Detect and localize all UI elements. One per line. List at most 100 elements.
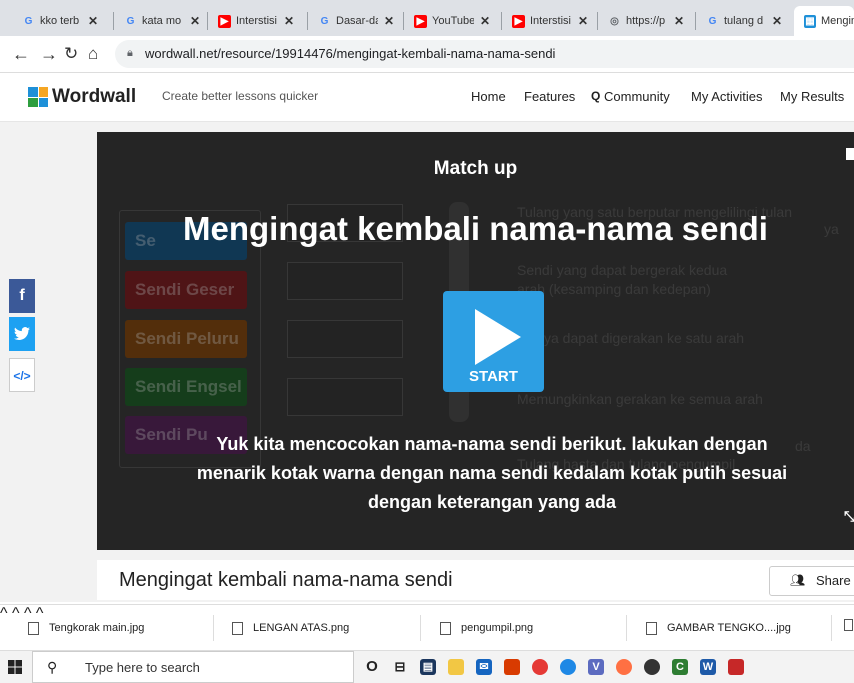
nav-features[interactable]: Features	[524, 89, 575, 104]
close-icon[interactable]: ✕	[578, 14, 588, 28]
edge-icon[interactable]	[560, 659, 576, 675]
facebook-icon[interactable]: f	[9, 279, 35, 313]
app-icon[interactable]: V	[588, 659, 604, 675]
site-header: Wordwall Create better lessons quicker H…	[0, 73, 854, 122]
twitter-icon[interactable]	[9, 317, 35, 351]
address-bar[interactable]: 🔒︎ wordwall.net/resource/19914476/mengin…	[115, 40, 854, 68]
play-icon	[475, 309, 521, 365]
download-item[interactable]: GAMBAR TENGKO....jpg	[646, 605, 791, 651]
people-icon: 👥︎	[790, 573, 806, 587]
start-label: START	[469, 368, 518, 385]
windows-start-icon[interactable]	[8, 660, 22, 674]
wordwall-logo[interactable]: Wordwall	[28, 86, 136, 108]
embed-icon[interactable]: </>	[9, 358, 35, 392]
word-icon[interactable]: W	[700, 659, 716, 675]
nav-community[interactable]: Community	[604, 89, 670, 104]
reload-icon[interactable]: ↻	[64, 44, 78, 64]
nav-my-activities[interactable]: My Activities	[691, 89, 763, 104]
mail-icon[interactable]: ✉	[476, 659, 492, 675]
task-view-icon[interactable]: ⊟	[392, 659, 408, 675]
wordwall-icon: ▦	[804, 14, 816, 28]
app-icon[interactable]: C	[672, 659, 688, 675]
game-stage: Se Sendi Geser Sendi Peluru Sendi Engsel…	[97, 132, 854, 550]
chevron-up-icon[interactable]: ^	[12, 605, 20, 622]
file-explorer-icon[interactable]	[448, 659, 464, 675]
download-name: LENGAN ATAS.png	[253, 622, 350, 634]
activity-type: Match up	[433, 158, 518, 179]
activity-title: Mengingat kembali nama-nama sendi	[183, 210, 768, 247]
youtube-icon: ▶	[414, 14, 427, 28]
cortana-icon[interactable]: O	[364, 659, 380, 675]
browser-tab[interactable]: G kata mo ✕	[114, 6, 208, 36]
globe-icon: ◎	[610, 15, 619, 27]
downloads-bar: Tengkorak main.jpg ^ LENGAN ATAS.png ^ p…	[0, 604, 854, 651]
browser-tab[interactable]: ▶ Interstisi ✕	[208, 6, 308, 36]
close-icon[interactable]: ✕	[190, 14, 200, 28]
home-icon[interactable]: ⌂	[88, 44, 98, 64]
resource-title-bar: Mengingat kembali nama-nama sendi 👥︎ Sha…	[97, 560, 854, 600]
menu-marker[interactable]	[846, 148, 854, 160]
download-name: GAMBAR TENGKO....jpg	[667, 622, 791, 634]
share-label: Share	[816, 573, 851, 588]
download-item[interactable]: Tengkorak main.jpg	[28, 605, 144, 651]
tab-title: Dasar-da	[336, 15, 378, 27]
file-icon	[646, 621, 657, 635]
browser-tab[interactable]: G tulang d ✕	[696, 6, 792, 36]
close-icon[interactable]: ✕	[480, 14, 490, 28]
fullscreen-icon[interactable]: ⤡	[844, 508, 854, 525]
firefox-icon[interactable]	[616, 659, 632, 675]
close-icon[interactable]: ✕	[674, 14, 684, 28]
browser-tab[interactable]: G kko terb ✕	[12, 6, 114, 36]
back-arrow-icon[interactable]: ←	[12, 44, 30, 65]
app-icon[interactable]	[728, 659, 744, 675]
youtube-icon: ▶	[512, 14, 525, 28]
google-icon: G	[126, 15, 135, 27]
app-icon[interactable]	[644, 659, 660, 675]
download-name: pengumpil.png	[461, 622, 534, 634]
file-icon	[844, 619, 853, 631]
store-icon[interactable]: ▤	[420, 659, 436, 675]
tab-title: Interstisi	[530, 15, 571, 27]
browser-tab[interactable]: G Dasar-da ✕	[308, 6, 404, 36]
close-icon[interactable]: ✕	[772, 14, 782, 28]
close-icon[interactable]: ✕	[384, 14, 394, 28]
close-icon[interactable]: ✕	[88, 14, 98, 28]
google-icon: G	[708, 15, 717, 27]
forward-arrow-icon[interactable]: →	[40, 44, 58, 65]
download-item[interactable]: LENGAN ATAS.png	[232, 605, 349, 651]
taskbar-search[interactable]: ⚲ Type here to search	[32, 651, 354, 683]
activity-description: Yuk kita mencocokan nama-nama sendi beri…	[196, 434, 788, 512]
chevron-up-icon[interactable]: ^	[0, 605, 8, 622]
file-icon	[232, 621, 243, 635]
file-icon	[28, 621, 39, 635]
google-icon: G	[320, 15, 329, 27]
download-item[interactable]: pengumpil.png	[440, 605, 533, 651]
browser-tab-active[interactable]: ▦ Mengin	[794, 6, 854, 36]
wordwall-logo-icon	[28, 87, 48, 107]
file-icon	[440, 621, 451, 635]
tab-title: https://p	[626, 15, 666, 27]
browser-tab[interactable]: ◎ https://p ✕	[598, 6, 696, 36]
url-text: wordwall.net/resource/19914476/mengingat…	[145, 46, 556, 61]
close-icon[interactable]: ✕	[284, 14, 294, 28]
start-button[interactable]: START	[443, 291, 544, 392]
nav-my-results[interactable]: My Results	[780, 89, 844, 104]
share-button[interactable]: 👥︎ Share	[769, 566, 854, 596]
search-icon: Q	[591, 89, 601, 103]
tab-title: Mengin	[820, 15, 854, 27]
tab-title: tulang d	[724, 15, 764, 27]
youtube-icon: ▶	[218, 14, 231, 28]
google-icon: G	[24, 15, 33, 27]
lock-icon: 🔒︎	[127, 47, 133, 59]
tab-title: kata mo	[142, 15, 182, 27]
browser-tab[interactable]: ▶ Interstisi ✕	[502, 6, 598, 36]
tab-title: YouTube	[432, 15, 474, 27]
chrome-icon[interactable]	[532, 659, 548, 675]
nav-home[interactable]: Home	[471, 89, 506, 104]
search-placeholder: Type here to search	[85, 660, 200, 675]
office-icon[interactable]	[504, 659, 520, 675]
start-overlay: Match up Mengingat kembali nama-nama sen…	[97, 132, 854, 550]
resource-title: Mengingat kembali nama-nama sendi	[119, 569, 453, 591]
browser-toolbar: ← → ↻ ⌂ 🔒︎ wordwall.net/resource/1991447…	[0, 36, 854, 73]
browser-tab[interactable]: ▶ YouTube ✕	[404, 6, 502, 36]
